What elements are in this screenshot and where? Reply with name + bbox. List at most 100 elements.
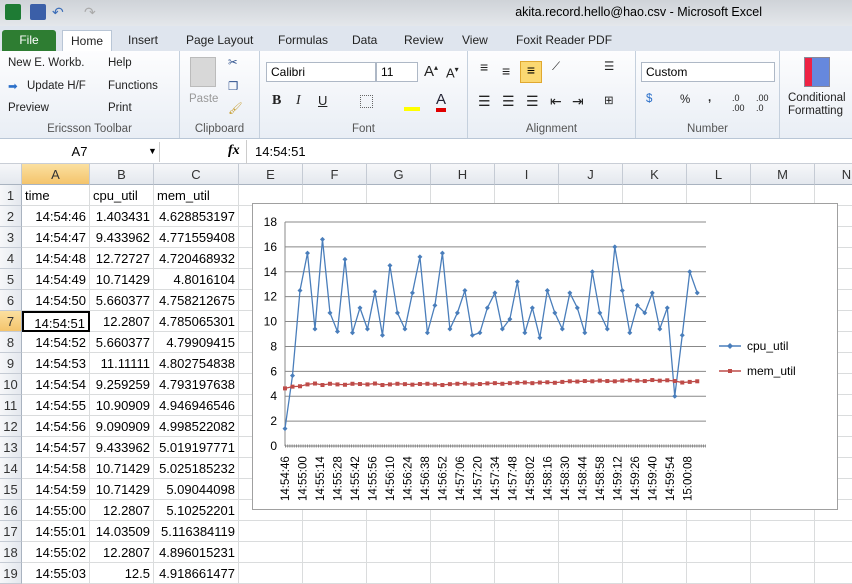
cell[interactable]: time (22, 185, 90, 206)
empty-cell[interactable] (367, 542, 431, 563)
cell[interactable]: 14:54:52 (22, 332, 90, 353)
empty-cell[interactable] (623, 542, 687, 563)
row-header[interactable]: 5 (0, 269, 22, 290)
cell[interactable]: 5.116384119 (154, 521, 239, 542)
column-header-F[interactable]: F (303, 164, 367, 185)
cell[interactable]: 14:54:56 (22, 416, 90, 437)
save-icon[interactable] (30, 4, 46, 20)
row-header[interactable]: 9 (0, 353, 22, 374)
font-size-select[interactable]: 11 (376, 62, 418, 82)
redo-icon[interactable]: ↷ (84, 4, 100, 20)
cell[interactable]: 1.403431 (90, 206, 154, 227)
row-header[interactable]: 15 (0, 479, 22, 500)
empty-cell[interactable] (303, 563, 367, 584)
increase-indent-icon[interactable]: ⇥ (572, 93, 584, 110)
bold-button[interactable]: B (272, 93, 281, 109)
empty-cell[interactable] (495, 542, 559, 563)
cell[interactable]: 14:54:50 (22, 290, 90, 311)
cell[interactable]: 10.71429 (90, 479, 154, 500)
select-all-corner[interactable] (0, 164, 22, 185)
update-hf-button[interactable]: Update H/F (27, 80, 86, 92)
empty-cell[interactable] (815, 521, 852, 542)
cut-icon[interactable]: ✂ (228, 55, 238, 69)
cell[interactable]: 14:55:01 (22, 521, 90, 542)
column-header-G[interactable]: G (367, 164, 431, 185)
row-header[interactable]: 4 (0, 248, 22, 269)
align-center-icon[interactable]: ☰ (502, 93, 515, 110)
cell[interactable]: mem_util (154, 185, 239, 206)
cell[interactable]: 12.2807 (90, 311, 154, 332)
cell[interactable]: 5.660377 (90, 332, 154, 353)
cell[interactable]: 5.660377 (90, 290, 154, 311)
empty-cell[interactable] (559, 521, 623, 542)
cell[interactable]: 14:55:03 (22, 563, 90, 584)
empty-cell[interactable] (431, 563, 495, 584)
fill-color-icon[interactable] (404, 93, 420, 111)
tab-foxit-reader-pdf[interactable]: Foxit Reader PDF (508, 30, 620, 51)
italic-button[interactable]: I (296, 93, 301, 109)
empty-cell[interactable] (751, 521, 815, 542)
conditional-formatting-button-line2[interactable]: Formatting (788, 105, 843, 117)
empty-cell[interactable] (815, 542, 852, 563)
tab-insert[interactable]: Insert (120, 30, 166, 51)
cell[interactable]: 5.025185232 (154, 458, 239, 479)
empty-cell[interactable] (239, 542, 303, 563)
cell[interactable]: 12.5 (90, 563, 154, 584)
accounting-format-icon[interactable]: $ (646, 93, 652, 105)
cell[interactable]: 4.758212675 (154, 290, 239, 311)
row-header[interactable]: 18 (0, 542, 22, 563)
cell[interactable]: 9.090909 (90, 416, 154, 437)
cell[interactable]: 14:54:53 (22, 353, 90, 374)
cell[interactable]: 14:54:48 (22, 248, 90, 269)
row-header[interactable]: 2 (0, 206, 22, 227)
align-right-icon[interactable]: ☰ (526, 93, 539, 110)
column-header-C[interactable]: C (154, 164, 239, 185)
wrap-text-icon[interactable]: ☰ (604, 59, 614, 73)
preview-button[interactable]: Preview (8, 102, 49, 114)
tab-review[interactable]: Review (396, 30, 451, 51)
row-header[interactable]: 17 (0, 521, 22, 542)
font-color-icon[interactable]: A (436, 91, 447, 112)
cell[interactable]: 4.896015231 (154, 542, 239, 563)
cell[interactable]: 4.946946546 (154, 395, 239, 416)
cell[interactable]: 4.793197638 (154, 374, 239, 395)
empty-cell[interactable] (367, 521, 431, 542)
empty-cell[interactable] (431, 542, 495, 563)
borders-icon[interactable] (360, 95, 373, 108)
empty-cell[interactable] (687, 563, 751, 584)
align-bottom-icon[interactable]: ≡ (520, 61, 542, 83)
cell[interactable]: 4.720468932 (154, 248, 239, 269)
cell[interactable]: cpu_util (90, 185, 154, 206)
row-header[interactable]: 6 (0, 290, 22, 311)
row-header[interactable]: 3 (0, 227, 22, 248)
column-header-M[interactable]: M (751, 164, 815, 185)
cell[interactable]: 4.8016104 (154, 269, 239, 290)
increase-decimal-icon[interactable]: .0.00 (732, 93, 745, 113)
cell[interactable]: 14:55:02 (22, 542, 90, 563)
paste-icon[interactable] (190, 57, 216, 87)
tab-data[interactable]: Data (344, 30, 385, 51)
cell[interactable]: 14:54:57 (22, 437, 90, 458)
cell[interactable]: 14.03509 (90, 521, 154, 542)
empty-cell[interactable] (239, 563, 303, 584)
cell[interactable]: 10.71429 (90, 269, 154, 290)
orientation-icon[interactable]: ⟋ (552, 61, 560, 74)
cell[interactable]: 14:55:00 (22, 500, 90, 521)
cell[interactable]: 9.433962 (90, 437, 154, 458)
empty-cell[interactable] (495, 563, 559, 584)
empty-cell[interactable] (239, 521, 303, 542)
cell[interactable]: 11.11111 (90, 353, 154, 374)
tab-home[interactable]: Home (62, 30, 113, 51)
row-header[interactable]: 7 (0, 311, 22, 332)
tab-page-layout[interactable]: Page Layout (178, 30, 261, 51)
row-header[interactable]: 10 (0, 374, 22, 395)
empty-cell[interactable] (367, 563, 431, 584)
column-header-H[interactable]: H (431, 164, 495, 185)
cell[interactable]: 12.72727 (90, 248, 154, 269)
chevron-down-icon[interactable]: ▼ (148, 146, 157, 156)
paste-button[interactable]: Paste (189, 93, 218, 105)
cell[interactable]: 4.79909415 (154, 332, 239, 353)
selected-cell[interactable]: 14:54:51 (22, 311, 90, 332)
row-header[interactable]: 13 (0, 437, 22, 458)
cell[interactable]: 10.71429 (90, 458, 154, 479)
